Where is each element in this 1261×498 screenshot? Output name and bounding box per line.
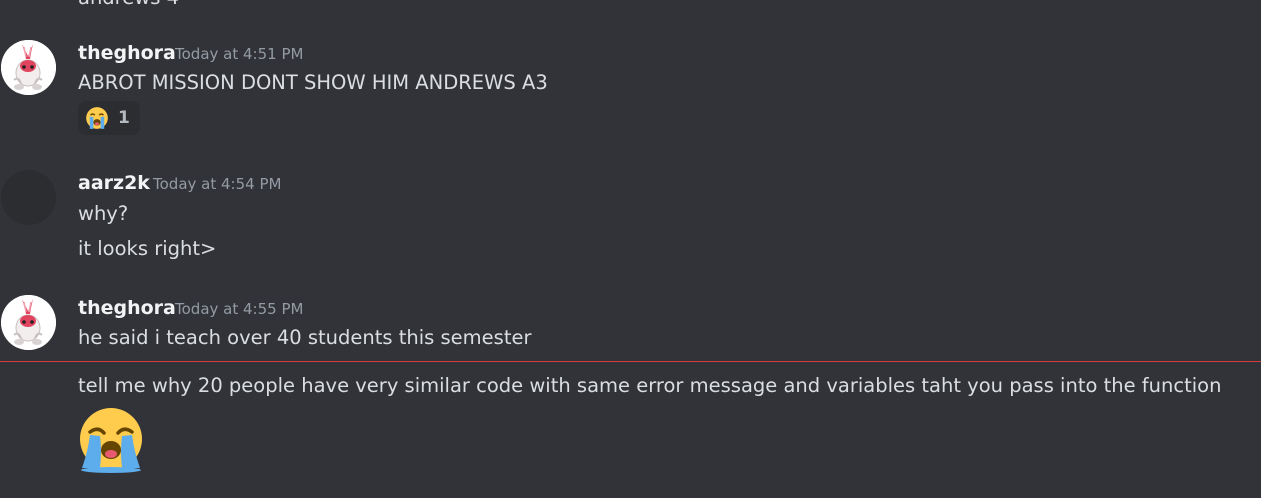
message-timestamp[interactable]: Today at 4:51 PM (175, 45, 303, 63)
message-timestamp[interactable]: Today at 4:55 PM (175, 300, 303, 318)
bunny-avatar-icon (1, 295, 56, 350)
loudly-crying-face-emoji (80, 408, 142, 473)
avatar-theghora[interactable] (1, 40, 56, 95)
reaction-count: 1 (118, 108, 130, 128)
avatar-theghora[interactable] (1, 295, 56, 350)
previous-message-text: andrews 4 (78, 0, 179, 9)
loudly-crying-face-icon (86, 107, 108, 129)
message-text: ABROT MISSION DONT SHOW HIM ANDREWS A3 (78, 71, 548, 94)
chat-message-list: andrews 4 theghora Today at 4:51 PM ABRO… (0, 0, 1261, 498)
avatar-aarz2k[interactable] (1, 170, 56, 225)
reaction-button[interactable]: 1 (78, 101, 140, 135)
message-text: why? (78, 202, 129, 225)
message-timestamp[interactable]: Today at 4:54 PM (153, 175, 281, 193)
message-author[interactable]: theghora (78, 42, 176, 64)
loudly-crying-face-icon[interactable] (76, 406, 146, 474)
message-text: tell me why 20 people have very similar … (78, 374, 1222, 397)
message-author[interactable]: aarz2k (78, 172, 150, 194)
bunny-avatar-icon (1, 40, 56, 95)
message-author[interactable]: theghora (78, 297, 176, 319)
message-text: he said i teach over 40 students this se… (78, 326, 532, 349)
message-text: it looks right> (78, 237, 217, 260)
new-messages-divider (0, 361, 1261, 362)
